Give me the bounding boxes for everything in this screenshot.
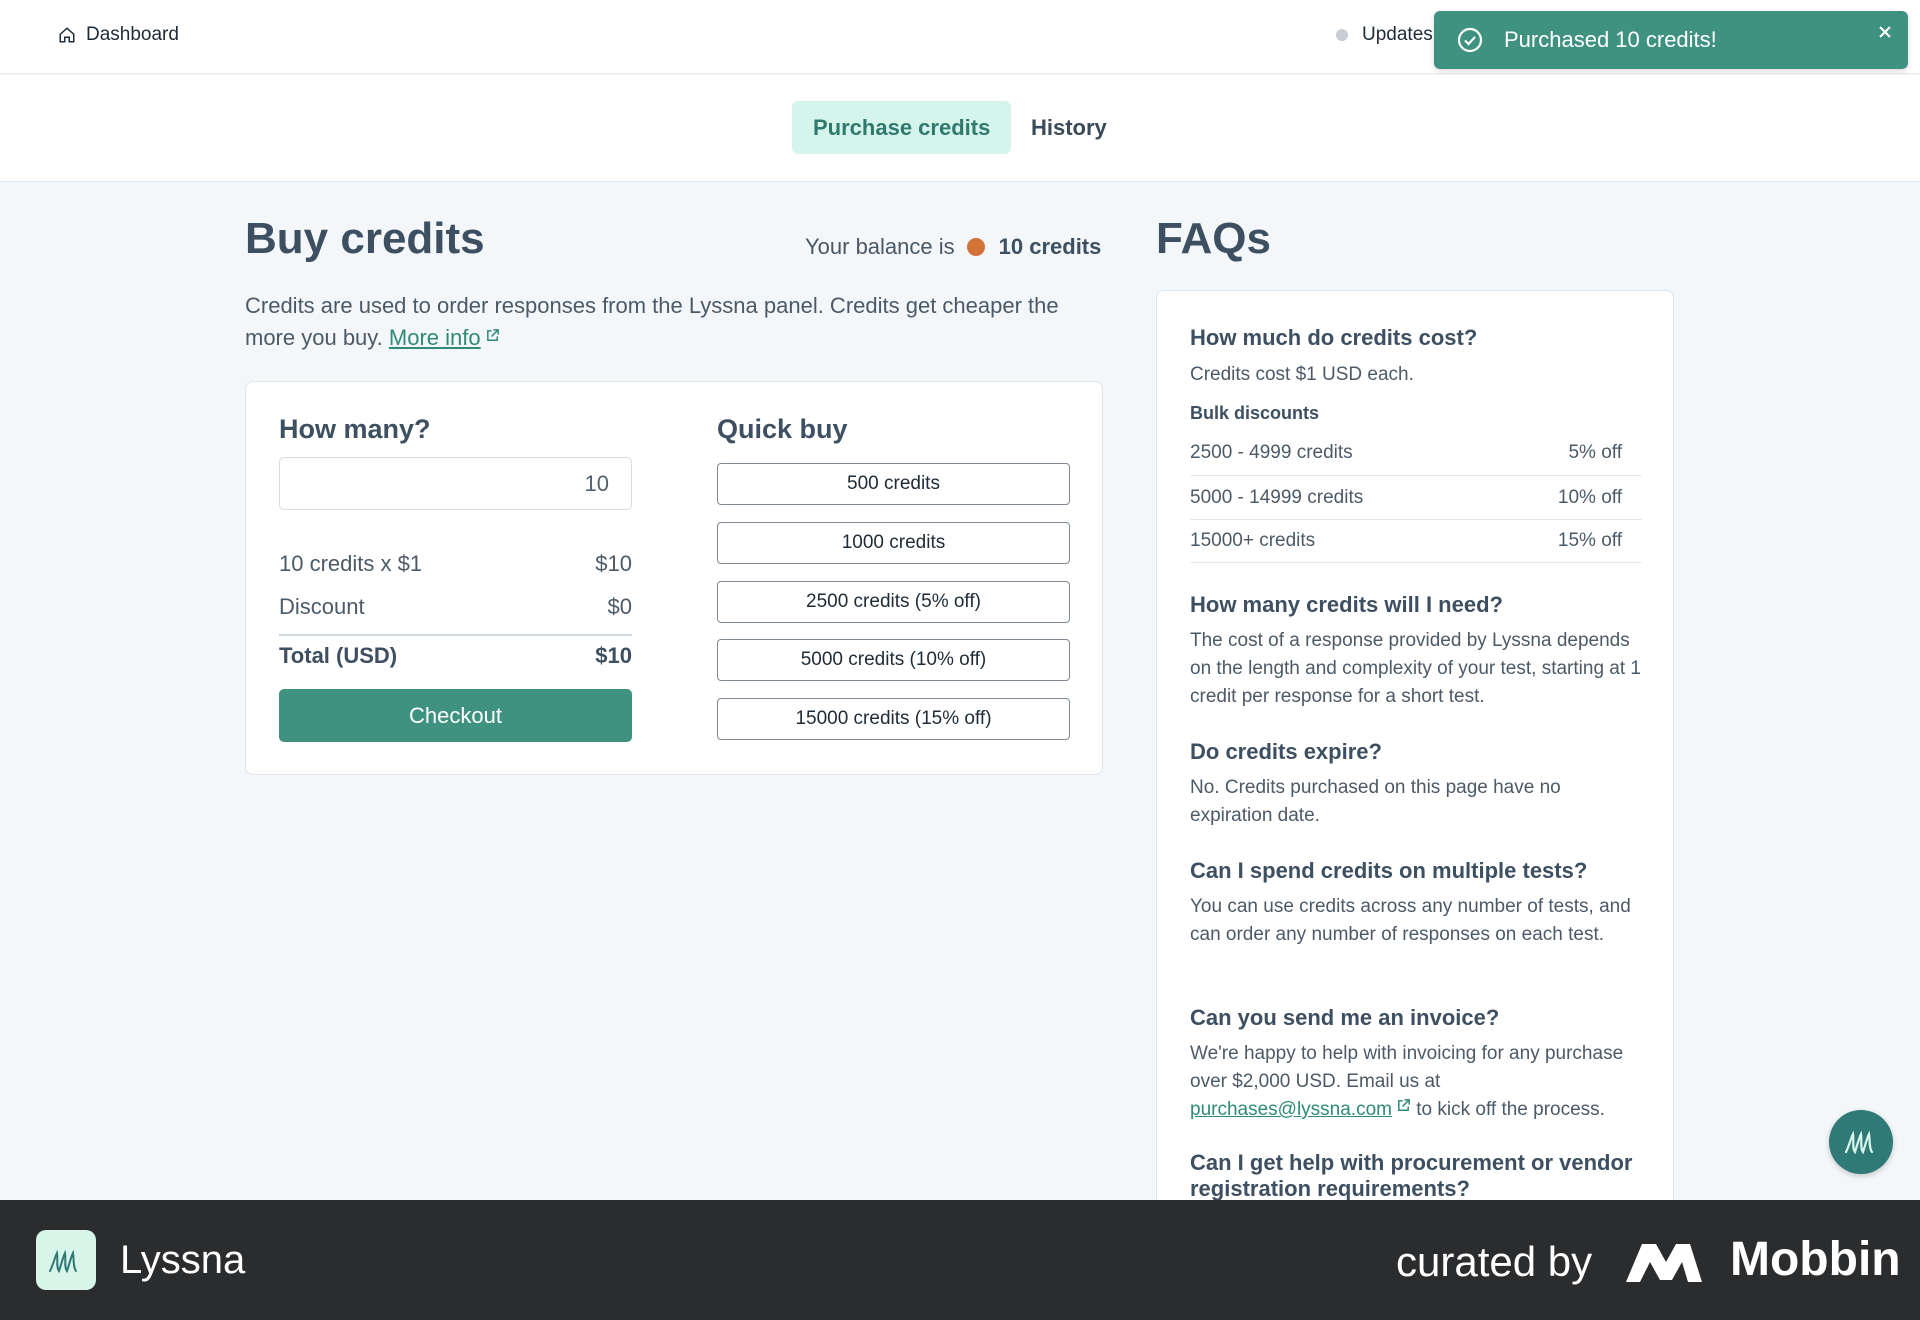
bulk-discounts-title: Bulk discounts (1190, 403, 1320, 423)
dashboard-label: Dashboard (86, 24, 179, 45)
discount-value: $0 (607, 594, 632, 619)
quick-buy-15000-button[interactable]: 15000 credits (15% off) (717, 698, 1070, 740)
faq-question: Do credits expire? (1190, 739, 1382, 764)
bulk-row: 15000+ credits 15% off (1190, 519, 1642, 563)
total-value: $10 (595, 643, 632, 668)
quick-buy-1000-button[interactable]: 1000 credits (717, 522, 1070, 564)
description-text: Credits are used to order responses from… (245, 293, 1059, 350)
bulk-range: 2500 - 4999 credits (1190, 442, 1353, 463)
purchase-card: How many? 10 credits x $1 $10 Discount $… (245, 381, 1103, 775)
dashboard-link[interactable]: Dashboard (58, 24, 179, 46)
quick-buy-2500-button[interactable]: 2500 credits (5% off) (717, 581, 1070, 623)
faq-card: How much do credits cost? Credits cost $… (1156, 290, 1674, 1230)
invoice-answer-text: We're happy to help with invoicing for a… (1190, 1043, 1624, 1092)
balance-prefix: Your balance is (805, 234, 955, 259)
faq-answer: No. Credits purchased on this page have … (1190, 777, 1561, 826)
faq-title: FAQs (1156, 214, 1271, 263)
bulk-discount: 10% off (1557, 486, 1622, 508)
bulk-row: 2500 - 4999 credits 5% off (1190, 431, 1642, 475)
faq-question: Can you send me an invoice? (1190, 1005, 1500, 1030)
total-row: Total (USD) $10 (279, 643, 632, 669)
updates-label: Updates (1362, 24, 1433, 45)
description: Credits are used to order responses from… (245, 290, 1105, 354)
discount-label: Discount (279, 594, 365, 619)
email-link[interactable]: purchases@lyssna.com (1190, 1099, 1392, 1120)
divider (279, 634, 632, 636)
updates-link[interactable]: Updates (1336, 24, 1433, 46)
toast-message: Purchased 10 credits! (1504, 27, 1717, 52)
faq-answer: Credits cost $1 USD each. (1190, 364, 1414, 385)
faq-answer: You can use credits across any number of… (1190, 896, 1631, 945)
bulk-row: 5000 - 14999 credits 10% off (1190, 475, 1642, 519)
bulk-range: 15000+ credits (1190, 530, 1316, 551)
mobbin-wordmark: Mobbin (1730, 1233, 1901, 1286)
quick-buy-5000-button[interactable]: 5000 credits (10% off) (717, 639, 1070, 681)
lyssna-logo-icon (36, 1230, 96, 1290)
footer-brand: Lyssna (120, 1238, 246, 1282)
bulk-range: 5000 - 14999 credits (1190, 486, 1364, 508)
footer: Lyssna curated by Mobbin (0, 1200, 1920, 1320)
more-info-label: More info (388, 325, 481, 350)
tab-purchase-credits[interactable]: Purchase credits (792, 101, 1012, 154)
page-title: Buy credits (245, 214, 485, 263)
bulk-discount: 5% off (1568, 442, 1622, 463)
line-item-value: $10 (595, 551, 632, 576)
chat-button[interactable] (1829, 1110, 1893, 1174)
discount-row: Discount $0 (279, 594, 632, 620)
faq-question: Can I get help with procurement or vendo… (1190, 1150, 1633, 1201)
how-many-title: How many? (279, 414, 431, 444)
checkout-button[interactable]: Checkout (279, 689, 632, 742)
bulk-discount: 15% off (1557, 530, 1622, 551)
chat-icon (1844, 1130, 1874, 1155)
close-icon[interactable] (1874, 21, 1896, 43)
quick-buy-title: Quick buy (717, 414, 848, 444)
email-label: purchases@lyssna.com (1190, 1099, 1392, 1120)
quick-buy-500-button[interactable]: 500 credits (717, 463, 1070, 505)
success-toast: Purchased 10 credits! (1434, 11, 1908, 69)
tab-bar: Purchase credits History (0, 75, 1920, 182)
coin-icon (966, 238, 985, 256)
tab-history[interactable]: History (1010, 101, 1128, 154)
faq-question: Can I spend credits on multiple tests? (1190, 858, 1588, 883)
quantity-input[interactable] (279, 457, 632, 510)
faq-question: How much do credits cost? (1190, 325, 1478, 350)
check-circle-icon (1457, 27, 1483, 53)
balance: Your balance is 10 credits (805, 234, 1101, 260)
balance-value: 10 credits (998, 234, 1102, 259)
more-info-link[interactable]: More info (389, 325, 481, 350)
faq-answer: The cost of a response provided by Lyssn… (1190, 630, 1641, 707)
line-item-row: 10 credits x $1 $10 (279, 551, 632, 577)
mobbin-logo-icon (1626, 1244, 1702, 1282)
home-icon (59, 27, 75, 43)
invoice-answer-tail: to kick off the process. (1416, 1099, 1605, 1120)
external-link-icon (486, 329, 499, 341)
line-item-label: 10 credits x $1 (279, 551, 423, 576)
updates-dot-icon (1336, 29, 1348, 41)
external-link-icon (1398, 1099, 1410, 1111)
curated-by: curated by (1396, 1238, 1593, 1285)
faq-answer: We're happy to help with invoicing for a… (1190, 1040, 1645, 1124)
total-label: Total (USD) (279, 643, 398, 668)
faq-question: How many credits will I need? (1190, 592, 1503, 617)
